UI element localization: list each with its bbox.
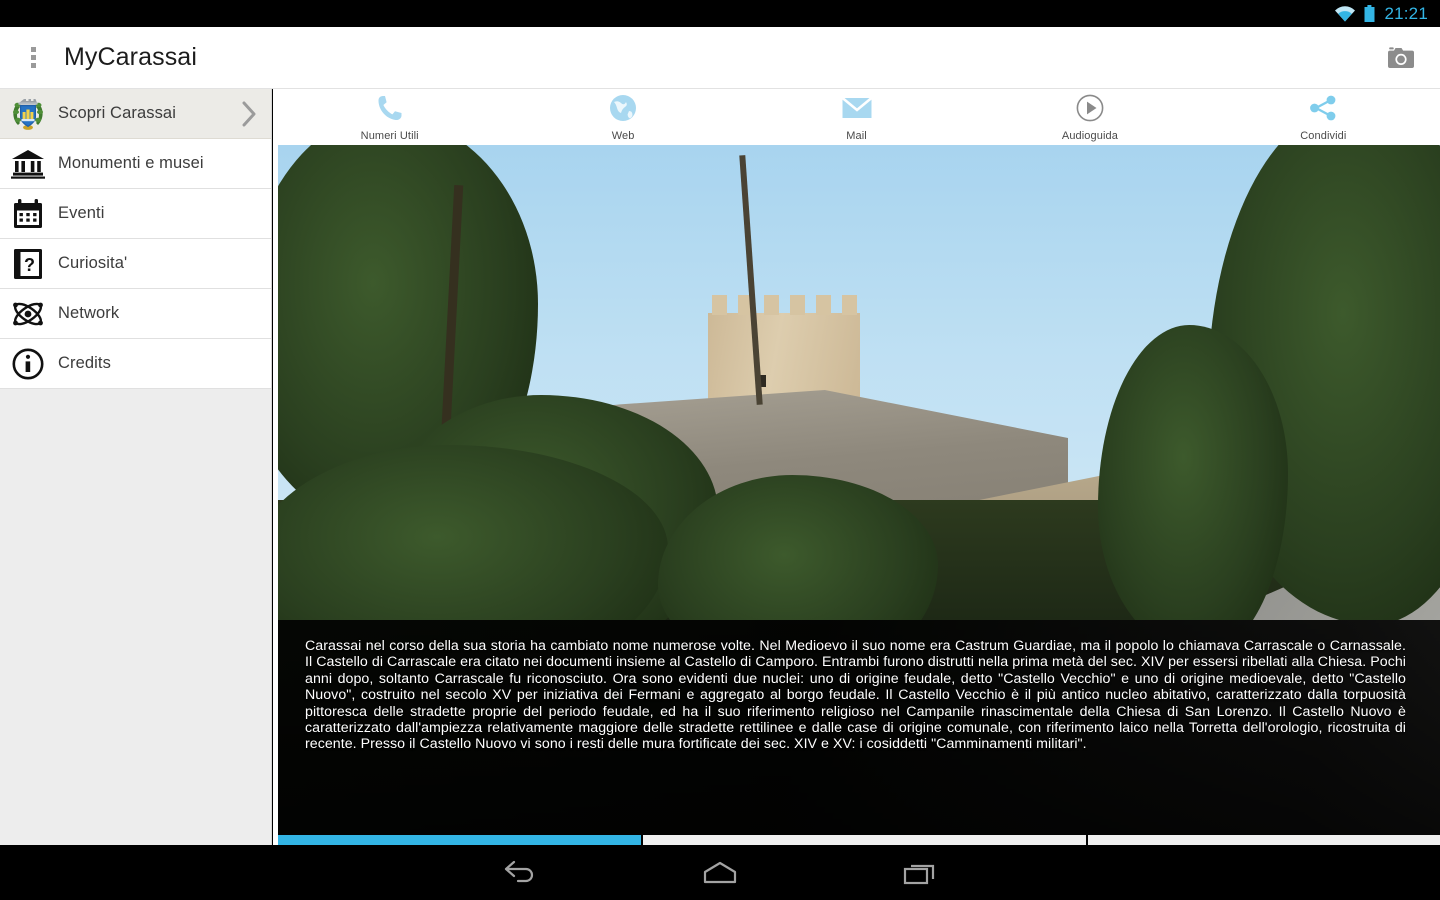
back-arrow-icon[interactable] <box>490 853 550 893</box>
battery-icon <box>1364 5 1375 22</box>
app-title: MyCarassai <box>64 43 197 71</box>
play-circle-icon <box>1076 93 1104 123</box>
quick-action-label: Condividi <box>1300 130 1347 142</box>
page-indicator[interactable] <box>278 835 1440 845</box>
museum-icon <box>8 144 48 184</box>
home-icon[interactable] <box>690 853 750 893</box>
status-bar-clock: 21:21 <box>1384 3 1428 23</box>
page-indicator-segment[interactable] <box>278 835 641 845</box>
calendar-icon <box>8 194 48 234</box>
sidebar-item-curiosita[interactable]: ? Curiosita' <box>0 239 271 289</box>
sidebar-item-eventi[interactable]: Eventi <box>0 189 271 239</box>
sidebar-item-network[interactable]: Network <box>0 289 271 339</box>
sidebar-item-label: Network <box>58 304 120 322</box>
globe-icon <box>609 93 637 123</box>
sidebar-item-credits[interactable]: Credits <box>0 339 271 389</box>
sidebar-item-label: Credits <box>58 354 111 372</box>
chevron-right-icon <box>241 101 257 127</box>
phone-icon <box>377 93 403 123</box>
info-circle-icon <box>8 344 48 384</box>
mail-icon <box>841 93 872 123</box>
quick-action-bar: Numeri Utili Web Mail Audioguida Condivi… <box>273 89 1440 145</box>
quick-action-audioguida[interactable]: Audioguida <box>973 93 1206 142</box>
navigation-drawer: Scopri Carassai Monumenti e musei Eventi… <box>0 89 272 845</box>
wifi-icon <box>1334 5 1356 22</box>
sidebar-item-label: Scopri Carassai <box>58 104 176 122</box>
coat-of-arms-icon <box>8 94 48 134</box>
atom-icon <box>8 294 48 334</box>
overflow-menu-icon[interactable] <box>24 47 42 68</box>
sidebar-item-label: Eventi <box>58 204 105 222</box>
quick-action-condividi[interactable]: Condividi <box>1207 93 1440 142</box>
recent-apps-icon[interactable] <box>890 853 950 893</box>
description-overlay: Carassai nel corso della sua storia ha c… <box>278 620 1440 845</box>
quick-action-mail[interactable]: Mail <box>740 93 973 142</box>
android-tablet-screen: 21:21 MyCarassai Scopri Carassai Monumen… <box>0 0 1440 900</box>
page-indicator-segment[interactable] <box>1088 835 1440 845</box>
sidebar-item-monumenti-e-musei[interactable]: Monumenti e musei <box>0 139 271 189</box>
page-indicator-segment[interactable] <box>643 835 1086 845</box>
quick-action-web[interactable]: Web <box>506 93 739 142</box>
status-bar: 21:21 <box>0 0 1440 27</box>
system-navigation-bar <box>0 845 1440 900</box>
question-book-icon: ? <box>8 244 48 284</box>
share-icon <box>1309 93 1337 123</box>
quick-action-label: Audioguida <box>1061 130 1118 142</box>
quick-action-label: Numeri Utili <box>360 130 419 142</box>
quick-action-label: Web <box>611 130 635 142</box>
content-pane: Numeri Utili Web Mail Audioguida Condivi… <box>273 89 1440 845</box>
detail-photo-pane[interactable]: Carassai nel corso della sua storia ha c… <box>278 145 1440 845</box>
sidebar-item-label: Monumenti e musei <box>58 154 204 172</box>
quick-action-numeri-utili[interactable]: Numeri Utili <box>273 93 506 142</box>
quick-action-label: Mail <box>846 130 867 142</box>
sidebar-item-label: Curiosita' <box>58 254 128 272</box>
castle-photo <box>278 145 1440 620</box>
action-bar: MyCarassai <box>0 27 1440 89</box>
sidebar-item-scopri-carassai[interactable]: Scopri Carassai <box>0 89 271 139</box>
svg-text:?: ? <box>24 255 35 275</box>
camera-icon[interactable] <box>1386 46 1416 70</box>
description-text: Carassai nel corso della sua storia ha c… <box>305 638 1406 753</box>
